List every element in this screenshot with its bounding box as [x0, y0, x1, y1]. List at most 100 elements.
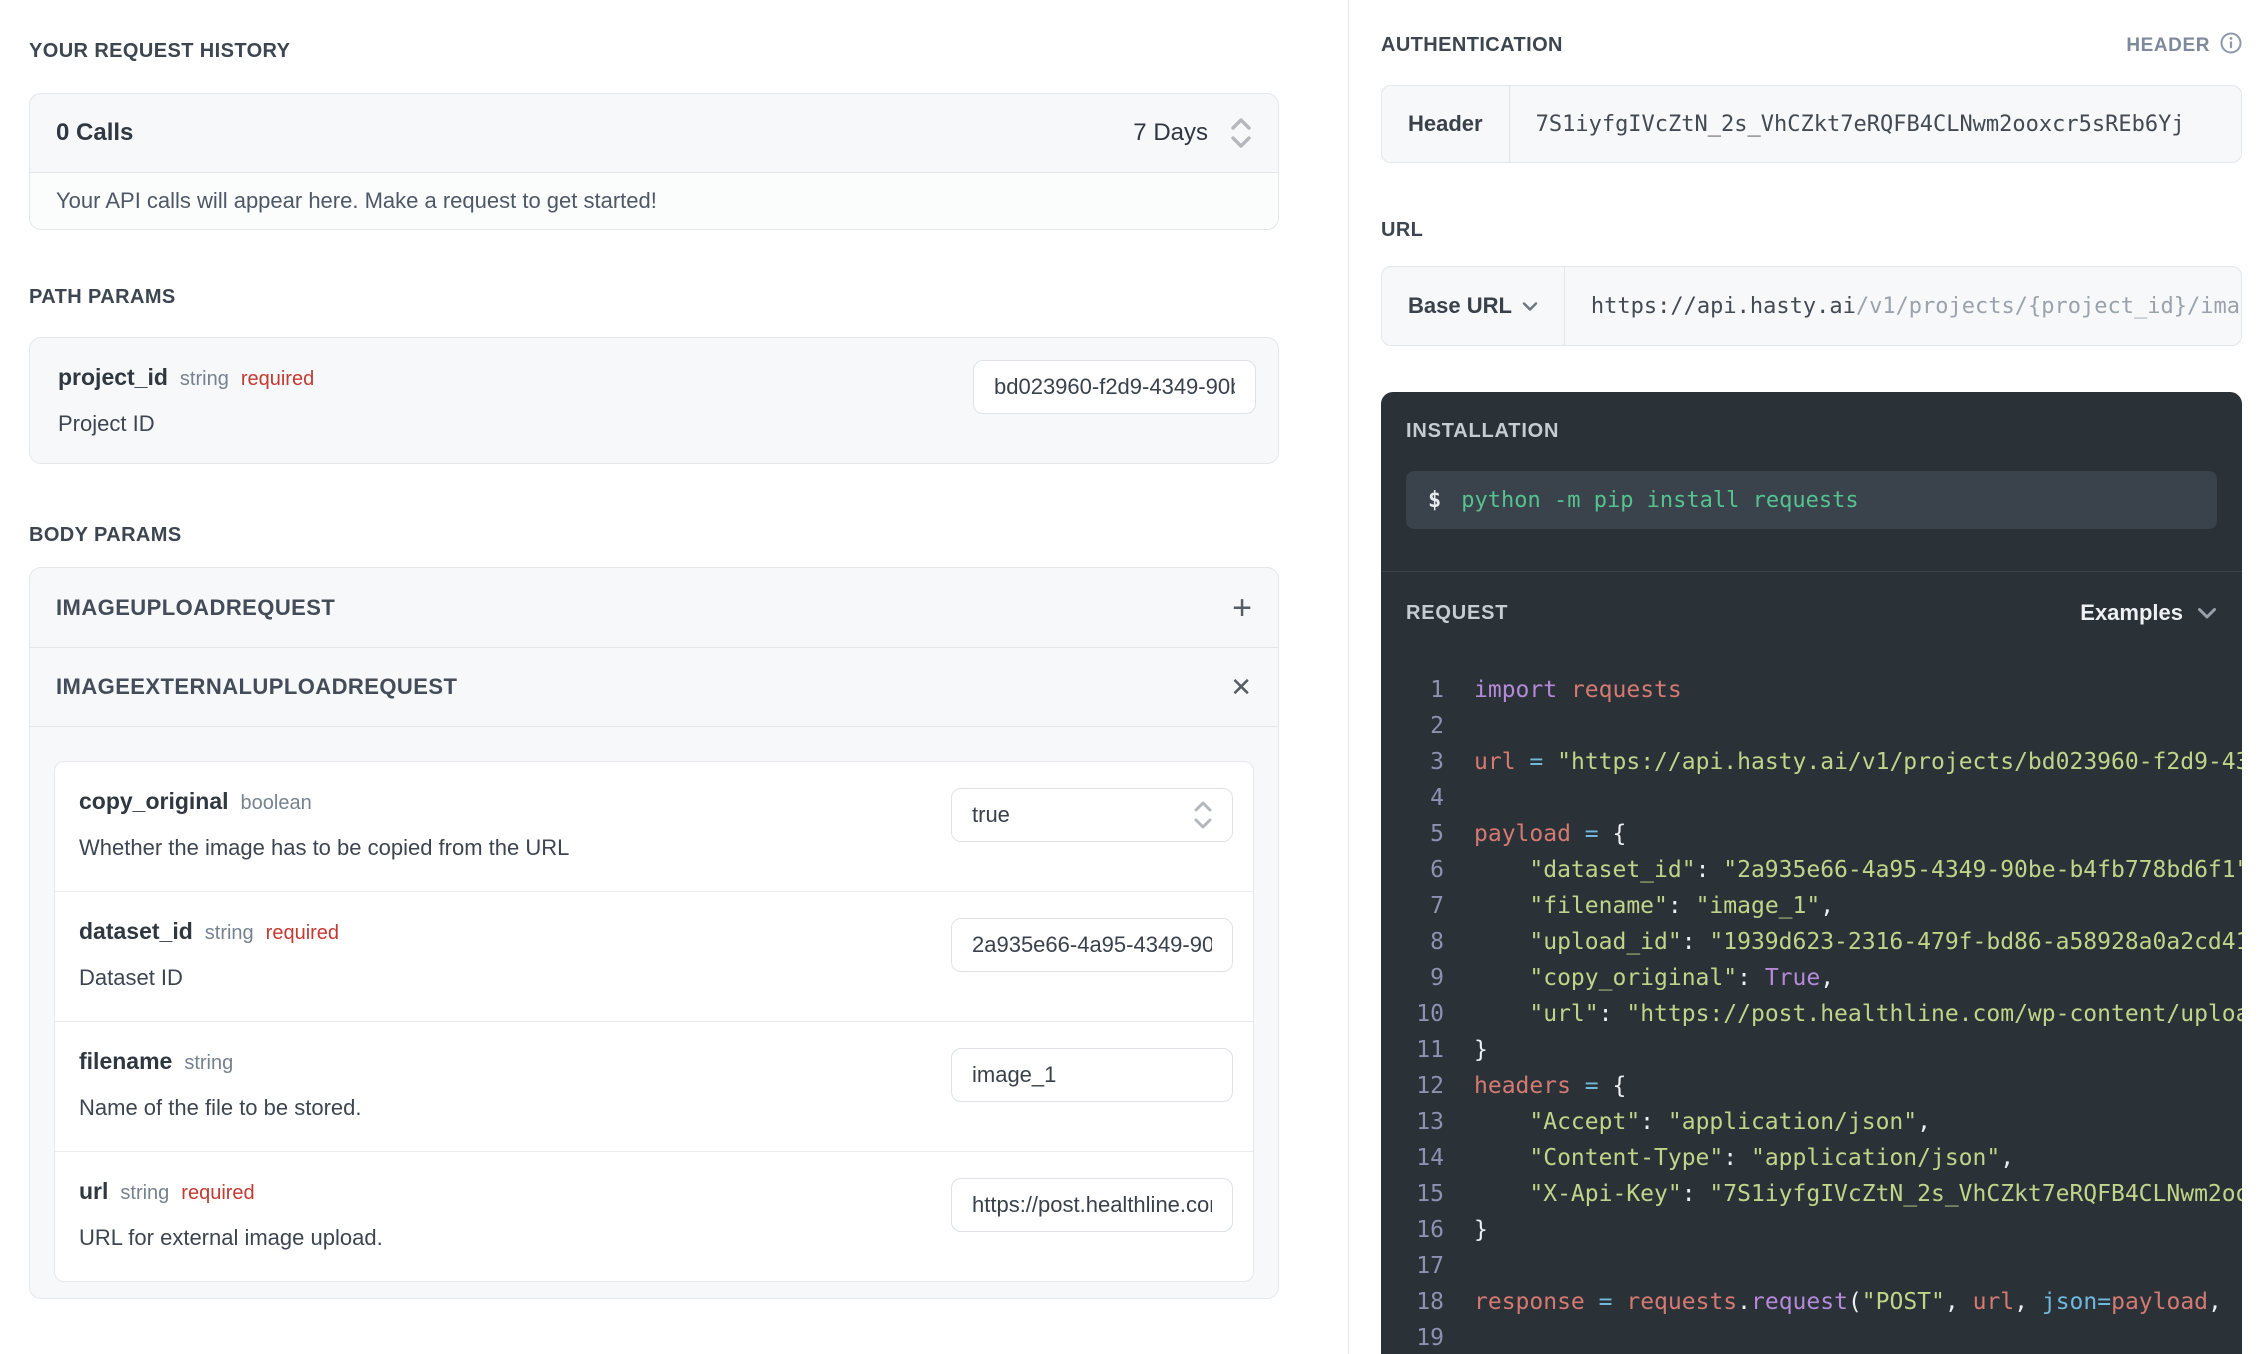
request-history-title: YOUR REQUEST HISTORY	[29, 40, 291, 62]
code-line: 8 "upload_id": "1939d623-2316-479f-bd86-…	[1381, 924, 2242, 960]
endpoint-url: https://api.hasty.ai/v1/projects/{projec…	[1565, 267, 2241, 345]
request-history-card: 0 Calls 7 Days Your API calls will appea…	[29, 93, 1279, 230]
examples-dropdown[interactable]: Examples	[2080, 600, 2217, 626]
line-number: 12	[1416, 1073, 1444, 1099]
updown-chevron-icon	[1230, 115, 1252, 151]
project-id-input[interactable]	[973, 360, 1256, 414]
code-line: 7 "filename": "image_1",	[1381, 888, 2242, 924]
param-type: string	[120, 1182, 170, 1204]
code-line: 10 "url": "https://post.healthline.com/w…	[1381, 996, 2242, 1032]
line-number: 8	[1430, 929, 1444, 955]
param-required-badge: required	[240, 368, 315, 390]
line-number: 19	[1416, 1325, 1444, 1351]
history-empty-message: Your API calls will appear here. Make a …	[30, 172, 1278, 229]
line-number: 2	[1430, 713, 1444, 739]
code-line: 13 "Accept": "application/json",	[1381, 1104, 2242, 1140]
line-number: 6	[1430, 857, 1444, 883]
body-param-row-url: url string required URL for external ima…	[55, 1151, 1253, 1281]
request-header: REQUEST Examples	[1381, 600, 2242, 626]
code-line: 11}	[1381, 1032, 2242, 1068]
line-number: 17	[1416, 1253, 1444, 1279]
chevron-down-icon	[1522, 301, 1538, 312]
filename-input[interactable]	[951, 1048, 1233, 1102]
schema-option-imageuploadrequest[interactable]: IMAGEUPLOADREQUEST +	[30, 568, 1278, 647]
code-line: 17	[1381, 1248, 2242, 1284]
path-param-row: project_id string required Project ID	[29, 337, 1279, 464]
code-line: 12 headers = {	[1381, 1068, 2242, 1104]
body-param-row-dataset-id: dataset_id string required Dataset ID	[55, 891, 1253, 1021]
line-number: 3	[1430, 749, 1444, 775]
param-name: project_id	[58, 364, 168, 390]
path-params-title: PATH PARAMS	[29, 286, 176, 308]
request-title: REQUEST	[1406, 601, 1509, 624]
shell-prompt: $	[1428, 487, 1442, 513]
code-panel: INSTALLATION $ python -m pip install req…	[1381, 392, 2242, 1354]
copy-original-select[interactable]: true	[951, 788, 1233, 842]
authentication-title: AUTHENTICATION	[1381, 34, 1563, 56]
param-name: filename	[79, 1048, 173, 1074]
code-line: 1 import requests	[1381, 672, 2242, 708]
code-line: 19	[1381, 1320, 2242, 1354]
code-line: 16}	[1381, 1212, 2242, 1248]
body-params-title: BODY PARAMS	[29, 524, 182, 546]
try-it-column: AUTHENTICATION HEADER Header 7S1iyfgIVcZ…	[1381, 0, 2242, 1354]
schema-option-imageexternaluploadrequest[interactable]: IMAGEEXTERNALUPLOADREQUEST ✕	[30, 647, 1278, 726]
param-name: url	[79, 1178, 109, 1204]
info-icon[interactable]	[2220, 32, 2242, 59]
remove-schema-button[interactable]: ✕	[1230, 674, 1252, 700]
calls-count: 0 Calls	[56, 119, 134, 146]
body-param-row-filename: filename string Name of the file to be s…	[55, 1021, 1253, 1151]
install-command-box[interactable]: $ python -m pip install requests	[1406, 471, 2217, 529]
chevron-down-icon	[2197, 607, 2217, 620]
request-code-block[interactable]: 1 import requests 2 3 url = "https://api.has…	[1381, 672, 2242, 1354]
line-number: 1	[1430, 677, 1444, 703]
schema-fields-card: copy_original boolean Whether the image …	[54, 761, 1254, 1282]
dataset-id-input[interactable]	[951, 918, 1233, 972]
installation-section: INSTALLATION $ python -m pip install req…	[1381, 392, 2242, 529]
param-type: string	[179, 368, 229, 390]
param-name: dataset_id	[79, 918, 193, 944]
param-name: copy_original	[79, 788, 229, 814]
api-key-field[interactable]: 7S1iyfgIVcZtN_2s_VhCZkt7eRQFB4CLNwm2ooxc…	[1510, 86, 2241, 162]
install-command: python -m pip install requests	[1461, 487, 1859, 513]
base-url-select[interactable]: Base URL	[1382, 267, 1565, 345]
param-type: boolean	[240, 792, 312, 814]
code-line: 2	[1381, 708, 2242, 744]
line-number: 18	[1416, 1289, 1444, 1315]
url-section-title: URL	[1381, 219, 1424, 241]
add-schema-button[interactable]: +	[1232, 591, 1252, 625]
schema-option-label: IMAGEUPLOADREQUEST	[56, 594, 336, 620]
auth-type-badge[interactable]: HEADER	[2126, 32, 2242, 59]
auth-key-label: Header	[1382, 86, 1510, 162]
code-line: 5 payload = {	[1381, 816, 2242, 852]
schema-fields-container: copy_original boolean Whether the image …	[30, 726, 1278, 1298]
param-type: string	[184, 1052, 234, 1074]
line-number: 4	[1430, 785, 1444, 811]
code-line: 14 "Content-Type": "application/json",	[1381, 1140, 2242, 1176]
param-description: Project ID	[58, 411, 155, 436]
line-number: 10	[1416, 1001, 1444, 1027]
body-param-row-copy-original: copy_original boolean Whether the image …	[55, 762, 1253, 891]
param-required-badge: required	[265, 922, 340, 944]
param-type: string	[204, 922, 254, 944]
param-required-badge: required	[181, 1182, 255, 1204]
panel-divider	[1381, 571, 2242, 572]
line-number: 11	[1416, 1037, 1444, 1063]
code-line: 6 "dataset_id": "2a935e66-4a95-4349-90be…	[1381, 852, 2242, 888]
code-line: 15 "X-Api-Key": "7S1iyfgIVcZtN_2s_VhCZkt…	[1381, 1176, 2242, 1212]
line-number: 5	[1430, 821, 1444, 847]
copy-original-value: true	[972, 802, 1010, 827]
schema-option-label: IMAGEEXTERNALUPLOADREQUEST	[56, 674, 458, 699]
url-input[interactable]	[951, 1178, 1233, 1232]
line-number: 9	[1430, 965, 1444, 991]
installation-title: INSTALLATION	[1406, 420, 1560, 442]
code-line: 18 response = requests.request("POST", ur…	[1381, 1284, 2242, 1320]
api-reference-page: YOUR REQUEST HISTORY 0 Calls 7 Days Your…	[0, 0, 2264, 1354]
examples-label: Examples	[2080, 600, 2183, 625]
auth-type-label: HEADER	[2126, 34, 2210, 56]
authentication-header: AUTHENTICATION HEADER	[1381, 32, 2242, 59]
updown-chevron-icon	[1194, 799, 1212, 831]
history-range-value: 7 Days	[1133, 119, 1208, 146]
history-range-select[interactable]: 7 Days	[1133, 115, 1252, 151]
body-params-card: IMAGEUPLOADREQUEST + IMAGEEXTERNALUPLOAD…	[29, 567, 1279, 1299]
